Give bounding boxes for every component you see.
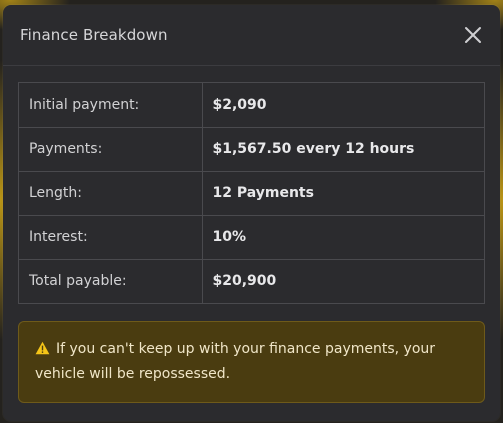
finance-breakdown-modal: Finance Breakdown Initial payment: $2,09…	[3, 5, 500, 421]
breakdown-table: Initial payment: $2,090 Payments: $1,567…	[18, 82, 485, 304]
table-row-initial-payment: Initial payment: $2,090	[19, 83, 484, 128]
warning-text: If you can't keep up with your finance p…	[35, 341, 436, 382]
row-label: Payments:	[19, 127, 203, 172]
row-value: 12 Payments	[202, 171, 484, 216]
row-label: Total payable:	[19, 259, 203, 303]
row-label: Length:	[19, 171, 203, 216]
table-row-total-payable: Total payable: $20,900	[19, 259, 484, 303]
modal-title: Finance Breakdown	[20, 26, 168, 44]
row-value: 10%	[202, 215, 484, 260]
row-label: Interest:	[19, 215, 203, 260]
repossession-warning: If you can't keep up with your finance p…	[18, 321, 485, 403]
warning-icon	[35, 340, 50, 363]
row-value: $1,567.50 every 12 hours	[202, 127, 484, 172]
close-icon[interactable]	[462, 24, 484, 46]
table-row-payments: Payments: $1,567.50 every 12 hours	[19, 127, 484, 172]
table-row-interest: Interest: 10%	[19, 215, 484, 260]
table-row-length: Length: 12 Payments	[19, 171, 484, 216]
row-value: $2,090	[202, 83, 484, 128]
modal-header: Finance Breakdown	[3, 5, 500, 66]
row-value: $20,900	[212, 273, 277, 290]
row-label: Initial payment:	[19, 83, 203, 128]
